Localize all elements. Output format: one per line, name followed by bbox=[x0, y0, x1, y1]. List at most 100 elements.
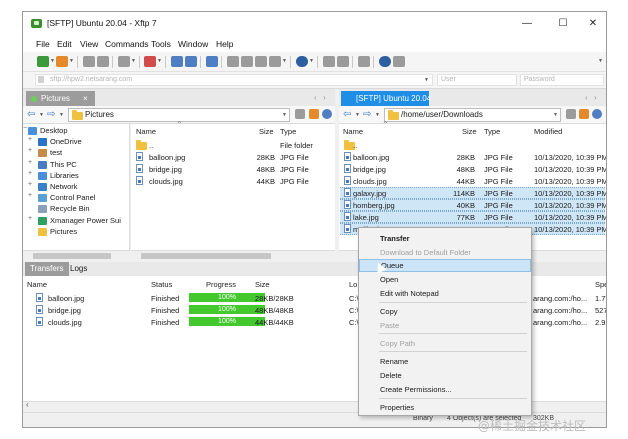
caret-down-icon[interactable]: ▼ bbox=[309, 58, 314, 64]
caret-down-icon[interactable]: ▼ bbox=[553, 112, 558, 118]
tab-scroll-left-icon[interactable]: ‹ bbox=[314, 93, 317, 102]
minimize-button[interactable]: — bbox=[514, 16, 540, 32]
right-path-input[interactable]: /home/user/Downloads bbox=[384, 108, 561, 122]
file-name[interactable]: clouds.jpg bbox=[149, 177, 183, 186]
menu-item-copy[interactable]: Copy bbox=[359, 305, 531, 318]
column-name[interactable]: Name bbox=[343, 127, 363, 136]
tree-item-label[interactable]: Desktop bbox=[40, 126, 68, 135]
menu-help[interactable]: Help bbox=[216, 39, 233, 49]
tree-item-label[interactable]: Xmanager Power Sui bbox=[50, 216, 121, 225]
transfer-column-local[interactable]: Lo bbox=[349, 280, 357, 289]
menu-view[interactable]: View bbox=[80, 39, 98, 49]
back-arrow-icon[interactable]: ⇦ bbox=[343, 109, 351, 120]
caret-down-icon[interactable]: ▼ bbox=[598, 58, 603, 64]
refresh-icon[interactable] bbox=[322, 109, 332, 119]
reconnect-icon[interactable] bbox=[83, 56, 95, 67]
globe-icon[interactable] bbox=[296, 56, 308, 67]
keyboard-icon[interactable] bbox=[323, 56, 335, 67]
upload-icon[interactable] bbox=[171, 56, 183, 67]
column-size[interactable]: Size bbox=[462, 127, 477, 136]
expand-icon[interactable]: + bbox=[28, 136, 32, 143]
expand-icon[interactable]: + bbox=[28, 170, 32, 177]
tree-item-label[interactable]: OneDrive bbox=[50, 137, 82, 146]
tab-scroll-right-icon[interactable]: › bbox=[323, 93, 326, 102]
menu-item-rename[interactable]: Rename bbox=[359, 355, 531, 368]
caret-down-icon[interactable]: ▼ bbox=[282, 58, 287, 64]
expand-icon[interactable]: + bbox=[28, 147, 32, 154]
caret-down-icon[interactable]: ▼ bbox=[375, 112, 380, 118]
tab-logs[interactable]: Logs bbox=[65, 262, 92, 276]
menu-item-properties[interactable]: Properties bbox=[359, 401, 531, 414]
new-folder-icon[interactable] bbox=[579, 109, 589, 119]
filter-icon[interactable] bbox=[566, 109, 576, 119]
scrollbar-thumb[interactable] bbox=[141, 253, 271, 259]
gear-icon[interactable] bbox=[358, 56, 370, 67]
username-input[interactable]: User bbox=[437, 74, 517, 86]
menu-commands[interactable]: Commands bbox=[105, 39, 148, 49]
tab-scroll-left-icon[interactable]: ‹ bbox=[585, 93, 588, 102]
menu-item-create-permissions[interactable]: Create Permissions... bbox=[359, 383, 531, 396]
stop-icon[interactable] bbox=[144, 56, 156, 67]
chat-icon[interactable] bbox=[393, 56, 405, 67]
print-icon[interactable] bbox=[227, 56, 239, 67]
lock-icon[interactable] bbox=[337, 56, 349, 67]
expand-icon[interactable]: + bbox=[28, 192, 32, 199]
caret-down-icon[interactable]: ▼ bbox=[424, 77, 429, 83]
menu-item-delete[interactable]: Delete bbox=[359, 369, 531, 382]
collapse-icon[interactable]: − bbox=[23, 125, 27, 132]
tree-item-label[interactable]: test bbox=[50, 148, 62, 157]
file-name[interactable]: homberg.jpg bbox=[353, 201, 395, 210]
file-name[interactable]: clouds.jpg bbox=[353, 177, 387, 186]
refresh-icon[interactable] bbox=[592, 109, 602, 119]
tree-item-label[interactable]: This PC bbox=[50, 160, 77, 169]
help-icon[interactable] bbox=[379, 56, 391, 67]
column-name[interactable]: Name bbox=[136, 127, 156, 136]
password-input[interactable]: Password bbox=[520, 74, 604, 86]
file-name[interactable]: .. bbox=[149, 141, 153, 150]
file-name[interactable]: .. bbox=[353, 141, 357, 150]
menu-item-edit-with-notepad[interactable]: Edit with Notepad bbox=[359, 287, 531, 300]
caret-down-icon[interactable]: ▼ bbox=[69, 58, 74, 64]
scrollbar-thumb[interactable] bbox=[33, 253, 111, 259]
host-address-input[interactable]: sftp://hpw2.netsarang.com bbox=[35, 74, 433, 86]
menu-file[interactable]: File bbox=[36, 39, 50, 49]
column-size[interactable]: Size bbox=[259, 127, 274, 136]
tree-item-label[interactable]: Control Panel bbox=[50, 193, 95, 202]
tree-item-label[interactable]: Recycle Bin bbox=[50, 204, 90, 213]
transfer-name[interactable]: balloon.jpg bbox=[48, 294, 84, 303]
download-icon[interactable] bbox=[185, 56, 197, 67]
caret-down-icon[interactable]: ▼ bbox=[282, 112, 287, 118]
transfer-column-progress[interactable]: Progress bbox=[206, 280, 236, 289]
forward-arrow-icon[interactable]: ⇨ bbox=[47, 109, 55, 120]
scroll-left-icon[interactable]: ‹ bbox=[26, 400, 29, 409]
file-name[interactable]: bridge.jpg bbox=[149, 165, 182, 174]
transfer-name[interactable]: bridge.jpg bbox=[48, 306, 81, 315]
transfer-column-status[interactable]: Status bbox=[151, 280, 172, 289]
tree-horizontal-scrollbar[interactable] bbox=[23, 250, 130, 261]
transfer-column-size[interactable]: Size bbox=[255, 280, 270, 289]
expand-icon[interactable]: + bbox=[28, 215, 32, 222]
copy-icon[interactable] bbox=[241, 56, 253, 67]
expand-icon[interactable]: + bbox=[28, 181, 32, 188]
file-name[interactable]: lake.jpg bbox=[353, 213, 379, 222]
file-name[interactable]: balloon.jpg bbox=[149, 153, 185, 162]
transfer-name[interactable]: clouds.jpg bbox=[48, 318, 82, 327]
file-name[interactable]: galaxy.jpg bbox=[353, 189, 386, 198]
caret-down-icon[interactable]: ▼ bbox=[355, 112, 360, 118]
file-name[interactable]: balloon.jpg bbox=[353, 153, 389, 162]
disconnect-icon[interactable] bbox=[97, 56, 109, 67]
column-modified[interactable]: Modified bbox=[534, 127, 562, 136]
transfer-column-speed[interactable]: Speed bbox=[595, 280, 606, 289]
close-button[interactable]: ✕ bbox=[580, 16, 606, 32]
menu-item-transfer[interactable]: Transfer bbox=[359, 232, 531, 245]
new-session-icon[interactable] bbox=[37, 56, 49, 67]
tab-sftp-ubuntu[interactable]: [SFTP] Ubuntu 20.04 bbox=[341, 91, 431, 106]
tree-item-label[interactable]: Libraries bbox=[50, 171, 79, 180]
maximize-button[interactable]: ☐ bbox=[550, 16, 576, 32]
tree-item-label[interactable]: Network bbox=[50, 182, 78, 191]
close-tab-icon[interactable]: × bbox=[83, 91, 88, 106]
caret-down-icon[interactable]: ▼ bbox=[157, 58, 162, 64]
refresh-icon[interactable] bbox=[118, 56, 130, 67]
caret-down-icon[interactable]: ▼ bbox=[50, 58, 55, 64]
view-icon[interactable] bbox=[269, 56, 281, 67]
